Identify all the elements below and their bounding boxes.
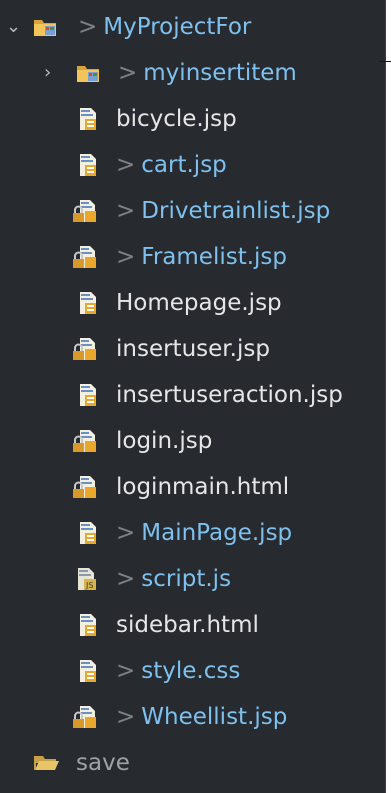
file-name: insertuser.jsp (116, 336, 270, 362)
jsp-locked-file-icon (72, 429, 96, 453)
project-name: MyProjectFor (103, 14, 252, 40)
project-folder-icon (33, 15, 57, 39)
file-name: Drivetrainlist.jsp (141, 198, 331, 224)
file-name: Wheellist.jsp (141, 704, 288, 730)
jsp-locked-file-icon (72, 705, 96, 729)
file-name: cart.jsp (141, 152, 227, 178)
modified-marker: > (116, 566, 136, 592)
tree-node-file-style[interactable]: > style.css (0, 648, 385, 694)
file-name: loginmain.html (116, 474, 290, 500)
file-name: Homepage.jsp (116, 290, 282, 316)
jsp-file-icon (78, 291, 102, 315)
file-name: style.css (141, 658, 241, 684)
tree-node-label: > MyProjectFor (78, 12, 251, 42)
jsp-file-icon (78, 107, 102, 131)
tree-node-file-homepage[interactable]: Homepage.jsp (0, 280, 385, 326)
chevron-right-icon[interactable]: › (44, 62, 58, 84)
folder-name: save (76, 750, 130, 776)
modified-marker: > (116, 704, 136, 730)
tree-node-file-login[interactable]: login.jsp (0, 418, 385, 464)
tree-node-file-mainpage[interactable]: > MainPage.jsp (0, 510, 385, 556)
file-name: myinsertitem (143, 60, 297, 86)
tree-node-label: > myinsertitem (118, 58, 297, 88)
file-name: MainPage.jsp (141, 520, 293, 546)
modified-marker: > (116, 152, 136, 178)
jsp-file-icon (78, 521, 102, 545)
tree-node-file-loginmain[interactable]: loginmain.html (0, 464, 385, 510)
package-folder-icon (76, 61, 100, 85)
tree-node-file-cart[interactable]: > cart.jsp (0, 142, 385, 188)
tree-node-file-script[interactable]: JS > script.js (0, 556, 385, 602)
tree-node-label: > cart.jsp (116, 150, 227, 180)
modified-marker: > (78, 14, 98, 40)
html-file-icon (78, 613, 102, 637)
jsp-file-icon (78, 383, 102, 407)
project-explorer-tree: ⌄ > MyProjectFor › > myinsertitem bicycl… (0, 0, 385, 793)
modified-marker: > (118, 60, 138, 86)
tree-node-file-insertuseraction[interactable]: insertuseraction.jsp (0, 372, 385, 418)
tree-node-label: > Wheellist.jsp (116, 702, 287, 732)
modified-marker: > (116, 658, 136, 684)
tree-node-package-myinsertitem[interactable]: › > myinsertitem (0, 50, 385, 96)
html-locked-file-icon (72, 475, 96, 499)
tree-node-file-bicycle[interactable]: bicycle.jsp (0, 96, 385, 142)
modified-marker: > (116, 244, 136, 270)
css-file-icon (78, 659, 102, 683)
file-name: Framelist.jsp (141, 244, 288, 270)
svg-text:JS: JS (85, 581, 93, 590)
tree-node-file-framelist[interactable]: > Framelist.jsp (0, 234, 385, 280)
tree-node-file-sidebar[interactable]: sidebar.html (0, 602, 385, 648)
tree-node-label: > script.js (116, 564, 231, 594)
jsp-locked-file-icon (72, 337, 96, 361)
folder-open-icon (34, 751, 59, 775)
tree-node-label: > MainPage.jsp (116, 518, 292, 548)
tree-node-file-drivetrainlist[interactable]: > Drivetrainlist.jsp (0, 188, 385, 234)
modified-marker: > (116, 198, 136, 224)
file-name: bicycle.jsp (116, 106, 237, 132)
tree-node-file-insertuser[interactable]: insertuser.jsp (0, 326, 385, 372)
tree-node-label: > Framelist.jsp (116, 242, 287, 272)
tree-node-project[interactable]: ⌄ > MyProjectFor (0, 4, 385, 50)
jsp-file-icon (78, 153, 102, 177)
tree-node-label: > style.css (116, 656, 240, 686)
file-name: login.jsp (116, 428, 213, 454)
file-name: sidebar.html (116, 612, 259, 638)
jsp-locked-file-icon (72, 245, 96, 269)
jsp-locked-file-icon (72, 199, 96, 223)
panel-right-border (385, 0, 391, 793)
modified-marker: > (116, 520, 136, 546)
chevron-down-icon[interactable]: ⌄ (6, 16, 21, 38)
tree-node-folder-save[interactable]: save (0, 740, 385, 786)
file-name: script.js (141, 566, 232, 592)
tree-node-label: > Drivetrainlist.jsp (116, 196, 330, 226)
tree-node-file-wheellist[interactable]: > Wheellist.jsp (0, 694, 385, 740)
file-name: insertuseraction.jsp (116, 382, 343, 408)
js-file-icon: JS (76, 567, 100, 591)
